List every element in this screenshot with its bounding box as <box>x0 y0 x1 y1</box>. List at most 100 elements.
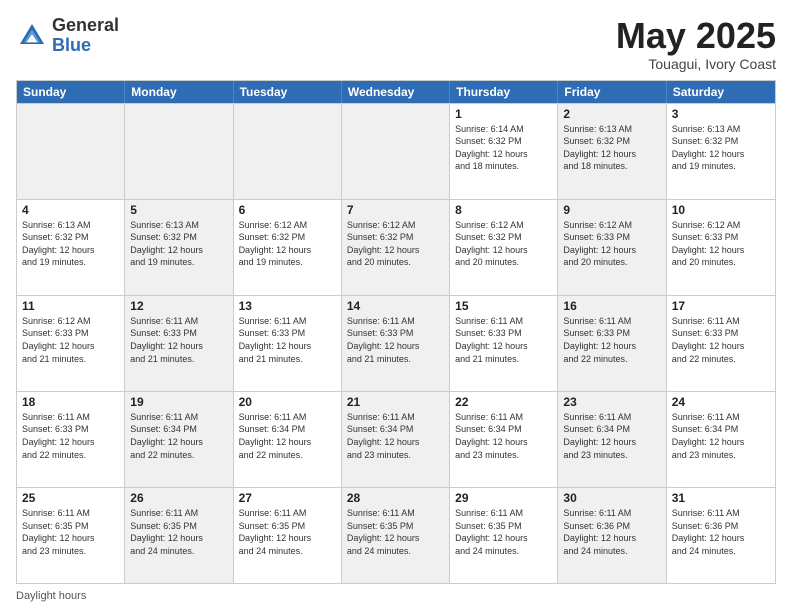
day-number: 5 <box>130 203 227 217</box>
title-block: May 2025 Touagui, Ivory Coast <box>616 16 776 72</box>
calendar-week-4: 18Sunrise: 6:11 AM Sunset: 6:33 PM Dayli… <box>17 391 775 487</box>
day-info: Sunrise: 6:11 AM Sunset: 6:33 PM Dayligh… <box>130 315 227 365</box>
calendar-cell-empty-3 <box>342 104 450 199</box>
calendar-cell-2: 2 Sunrise: 6:13 AM Sunset: 6:32 PM Daylig… <box>558 104 666 199</box>
day-info: Sunrise: 6:11 AM Sunset: 6:33 PM Dayligh… <box>347 315 444 365</box>
calendar-cell-27: 27 Sunrise: 6:11 AM Sunset: 6:35 PM Dayli… <box>234 488 342 583</box>
day-info: Sunrise: 6:11 AM Sunset: 6:36 PM Dayligh… <box>672 507 770 557</box>
day-info: Sunrise: 6:11 AM Sunset: 6:34 PM Dayligh… <box>130 411 227 461</box>
day-number: 8 <box>455 203 552 217</box>
day-info: Sunrise: 6:11 AM Sunset: 6:33 PM Dayligh… <box>239 315 336 365</box>
day-number: 17 <box>672 299 770 313</box>
day-info: Sunrise: 6:11 AM Sunset: 6:33 PM Dayligh… <box>672 315 770 365</box>
logo-text: General Blue <box>52 16 119 56</box>
calendar-cell-23: 23 Sunrise: 6:11 AM Sunset: 6:34 PM Dayli… <box>558 392 666 487</box>
day-info: Sunrise: 6:11 AM Sunset: 6:36 PM Dayligh… <box>563 507 660 557</box>
day-number: 28 <box>347 491 444 505</box>
calendar-cell-10: 10 Sunrise: 6:12 AM Sunset: 6:33 PM Dayli… <box>667 200 775 295</box>
day-info: Sunrise: 6:11 AM Sunset: 6:34 PM Dayligh… <box>563 411 660 461</box>
calendar-cell-6: 6 Sunrise: 6:12 AM Sunset: 6:32 PM Daylig… <box>234 200 342 295</box>
day-number: 13 <box>239 299 336 313</box>
day-number: 16 <box>563 299 660 313</box>
day-number: 10 <box>672 203 770 217</box>
day-number: 23 <box>563 395 660 409</box>
calendar-cell-13: 13 Sunrise: 6:11 AM Sunset: 6:33 PM Dayli… <box>234 296 342 391</box>
calendar-cell-18: 18Sunrise: 6:11 AM Sunset: 6:33 PM Dayli… <box>17 392 125 487</box>
calendar-cell-4: 4Sunrise: 6:13 AM Sunset: 6:32 PM Daylig… <box>17 200 125 295</box>
calendar-cell-25: 25 Sunrise: 6:11 AM Sunset: 6:35 PM Dayli… <box>17 488 125 583</box>
day-number: 22 <box>455 395 552 409</box>
calendar-cell-5: 5Sunrise: 6:13 AM Sunset: 6:32 PM Daylig… <box>125 200 233 295</box>
calendar-week-2: 4Sunrise: 6:13 AM Sunset: 6:32 PM Daylig… <box>17 199 775 295</box>
logo-general-text: General <box>52 16 119 36</box>
day-info: Sunrise: 6:12 AM Sunset: 6:32 PM Dayligh… <box>347 219 444 269</box>
day-number: 20 <box>239 395 336 409</box>
calendar-cell-3: 3 Sunrise: 6:13 AM Sunset: 6:32 PM Daylig… <box>667 104 775 199</box>
day-number: 27 <box>239 491 336 505</box>
header-day-monday: Monday <box>125 81 233 103</box>
calendar-cell-30: 30 Sunrise: 6:11 AM Sunset: 6:36 PM Dayli… <box>558 488 666 583</box>
header-day-friday: Friday <box>558 81 666 103</box>
calendar-week-5: 25 Sunrise: 6:11 AM Sunset: 6:35 PM Dayli… <box>17 487 775 583</box>
calendar-cell-14: 14Sunrise: 6:11 AM Sunset: 6:33 PM Dayli… <box>342 296 450 391</box>
header-day-saturday: Saturday <box>667 81 775 103</box>
calendar-body: 1Sunrise: 6:14 AM Sunset: 6:32 PM Daylig… <box>17 103 775 583</box>
day-info: Sunrise: 6:13 AM Sunset: 6:32 PM Dayligh… <box>22 219 119 269</box>
day-info: Sunrise: 6:12 AM Sunset: 6:33 PM Dayligh… <box>563 219 660 269</box>
calendar-cell-empty-0 <box>17 104 125 199</box>
calendar-cell-12: 12Sunrise: 6:11 AM Sunset: 6:33 PM Dayli… <box>125 296 233 391</box>
calendar-cell-31: 31 Sunrise: 6:11 AM Sunset: 6:36 PM Dayli… <box>667 488 775 583</box>
day-number: 15 <box>455 299 552 313</box>
day-info: Sunrise: 6:12 AM Sunset: 6:33 PM Dayligh… <box>672 219 770 269</box>
day-info: Sunrise: 6:11 AM Sunset: 6:35 PM Dayligh… <box>22 507 119 557</box>
day-number: 9 <box>563 203 660 217</box>
calendar-week-3: 11 Sunrise: 6:12 AM Sunset: 6:33 PM Dayli… <box>17 295 775 391</box>
footer: Daylight hours <box>16 590 776 602</box>
logo-icon <box>16 20 48 52</box>
calendar-cell-24: 24 Sunrise: 6:11 AM Sunset: 6:34 PM Dayli… <box>667 392 775 487</box>
calendar-cell-1: 1Sunrise: 6:14 AM Sunset: 6:32 PM Daylig… <box>450 104 558 199</box>
footer-text: Daylight hours <box>16 590 86 602</box>
day-info: Sunrise: 6:11 AM Sunset: 6:34 PM Dayligh… <box>347 411 444 461</box>
day-number: 11 <box>22 299 119 313</box>
calendar-cell-empty-2 <box>234 104 342 199</box>
day-info: Sunrise: 6:11 AM Sunset: 6:33 PM Dayligh… <box>455 315 552 365</box>
calendar-cell-17: 17 Sunrise: 6:11 AM Sunset: 6:33 PM Dayli… <box>667 296 775 391</box>
day-number: 30 <box>563 491 660 505</box>
calendar-cell-empty-1 <box>125 104 233 199</box>
month-title: May 2025 <box>616 16 776 56</box>
day-info: Sunrise: 6:11 AM Sunset: 6:33 PM Dayligh… <box>563 315 660 365</box>
day-number: 6 <box>239 203 336 217</box>
day-info: Sunrise: 6:13 AM Sunset: 6:32 PM Dayligh… <box>672 123 770 173</box>
calendar-header: SundayMondayTuesdayWednesdayThursdayFrid… <box>17 81 775 103</box>
day-number: 21 <box>347 395 444 409</box>
day-number: 25 <box>22 491 119 505</box>
day-number: 31 <box>672 491 770 505</box>
day-number: 2 <box>563 107 660 121</box>
day-info: Sunrise: 6:11 AM Sunset: 6:34 PM Dayligh… <box>672 411 770 461</box>
day-info: Sunrise: 6:12 AM Sunset: 6:33 PM Dayligh… <box>22 315 119 365</box>
day-number: 3 <box>672 107 770 121</box>
day-info: Sunrise: 6:11 AM Sunset: 6:34 PM Dayligh… <box>455 411 552 461</box>
header-day-sunday: Sunday <box>17 81 125 103</box>
day-info: Sunrise: 6:13 AM Sunset: 6:32 PM Dayligh… <box>563 123 660 173</box>
day-info: Sunrise: 6:11 AM Sunset: 6:35 PM Dayligh… <box>239 507 336 557</box>
day-info: Sunrise: 6:11 AM Sunset: 6:35 PM Dayligh… <box>347 507 444 557</box>
calendar-cell-20: 20Sunrise: 6:11 AM Sunset: 6:34 PM Dayli… <box>234 392 342 487</box>
header-day-tuesday: Tuesday <box>234 81 342 103</box>
header: General Blue May 2025 Touagui, Ivory Coa… <box>16 16 776 72</box>
calendar-cell-21: 21 Sunrise: 6:11 AM Sunset: 6:34 PM Dayli… <box>342 392 450 487</box>
calendar-cell-26: 26Sunrise: 6:11 AM Sunset: 6:35 PM Dayli… <box>125 488 233 583</box>
day-number: 24 <box>672 395 770 409</box>
day-info: Sunrise: 6:11 AM Sunset: 6:33 PM Dayligh… <box>22 411 119 461</box>
header-day-wednesday: Wednesday <box>342 81 450 103</box>
day-info: Sunrise: 6:12 AM Sunset: 6:32 PM Dayligh… <box>239 219 336 269</box>
calendar-cell-8: 8Sunrise: 6:12 AM Sunset: 6:32 PM Daylig… <box>450 200 558 295</box>
calendar: SundayMondayTuesdayWednesdayThursdayFrid… <box>16 80 776 584</box>
location: Touagui, Ivory Coast <box>616 56 776 72</box>
header-day-thursday: Thursday <box>450 81 558 103</box>
day-number: 19 <box>130 395 227 409</box>
day-info: Sunrise: 6:11 AM Sunset: 6:35 PM Dayligh… <box>130 507 227 557</box>
calendar-cell-19: 19 Sunrise: 6:11 AM Sunset: 6:34 PM Dayli… <box>125 392 233 487</box>
logo-blue-text: Blue <box>52 36 119 56</box>
